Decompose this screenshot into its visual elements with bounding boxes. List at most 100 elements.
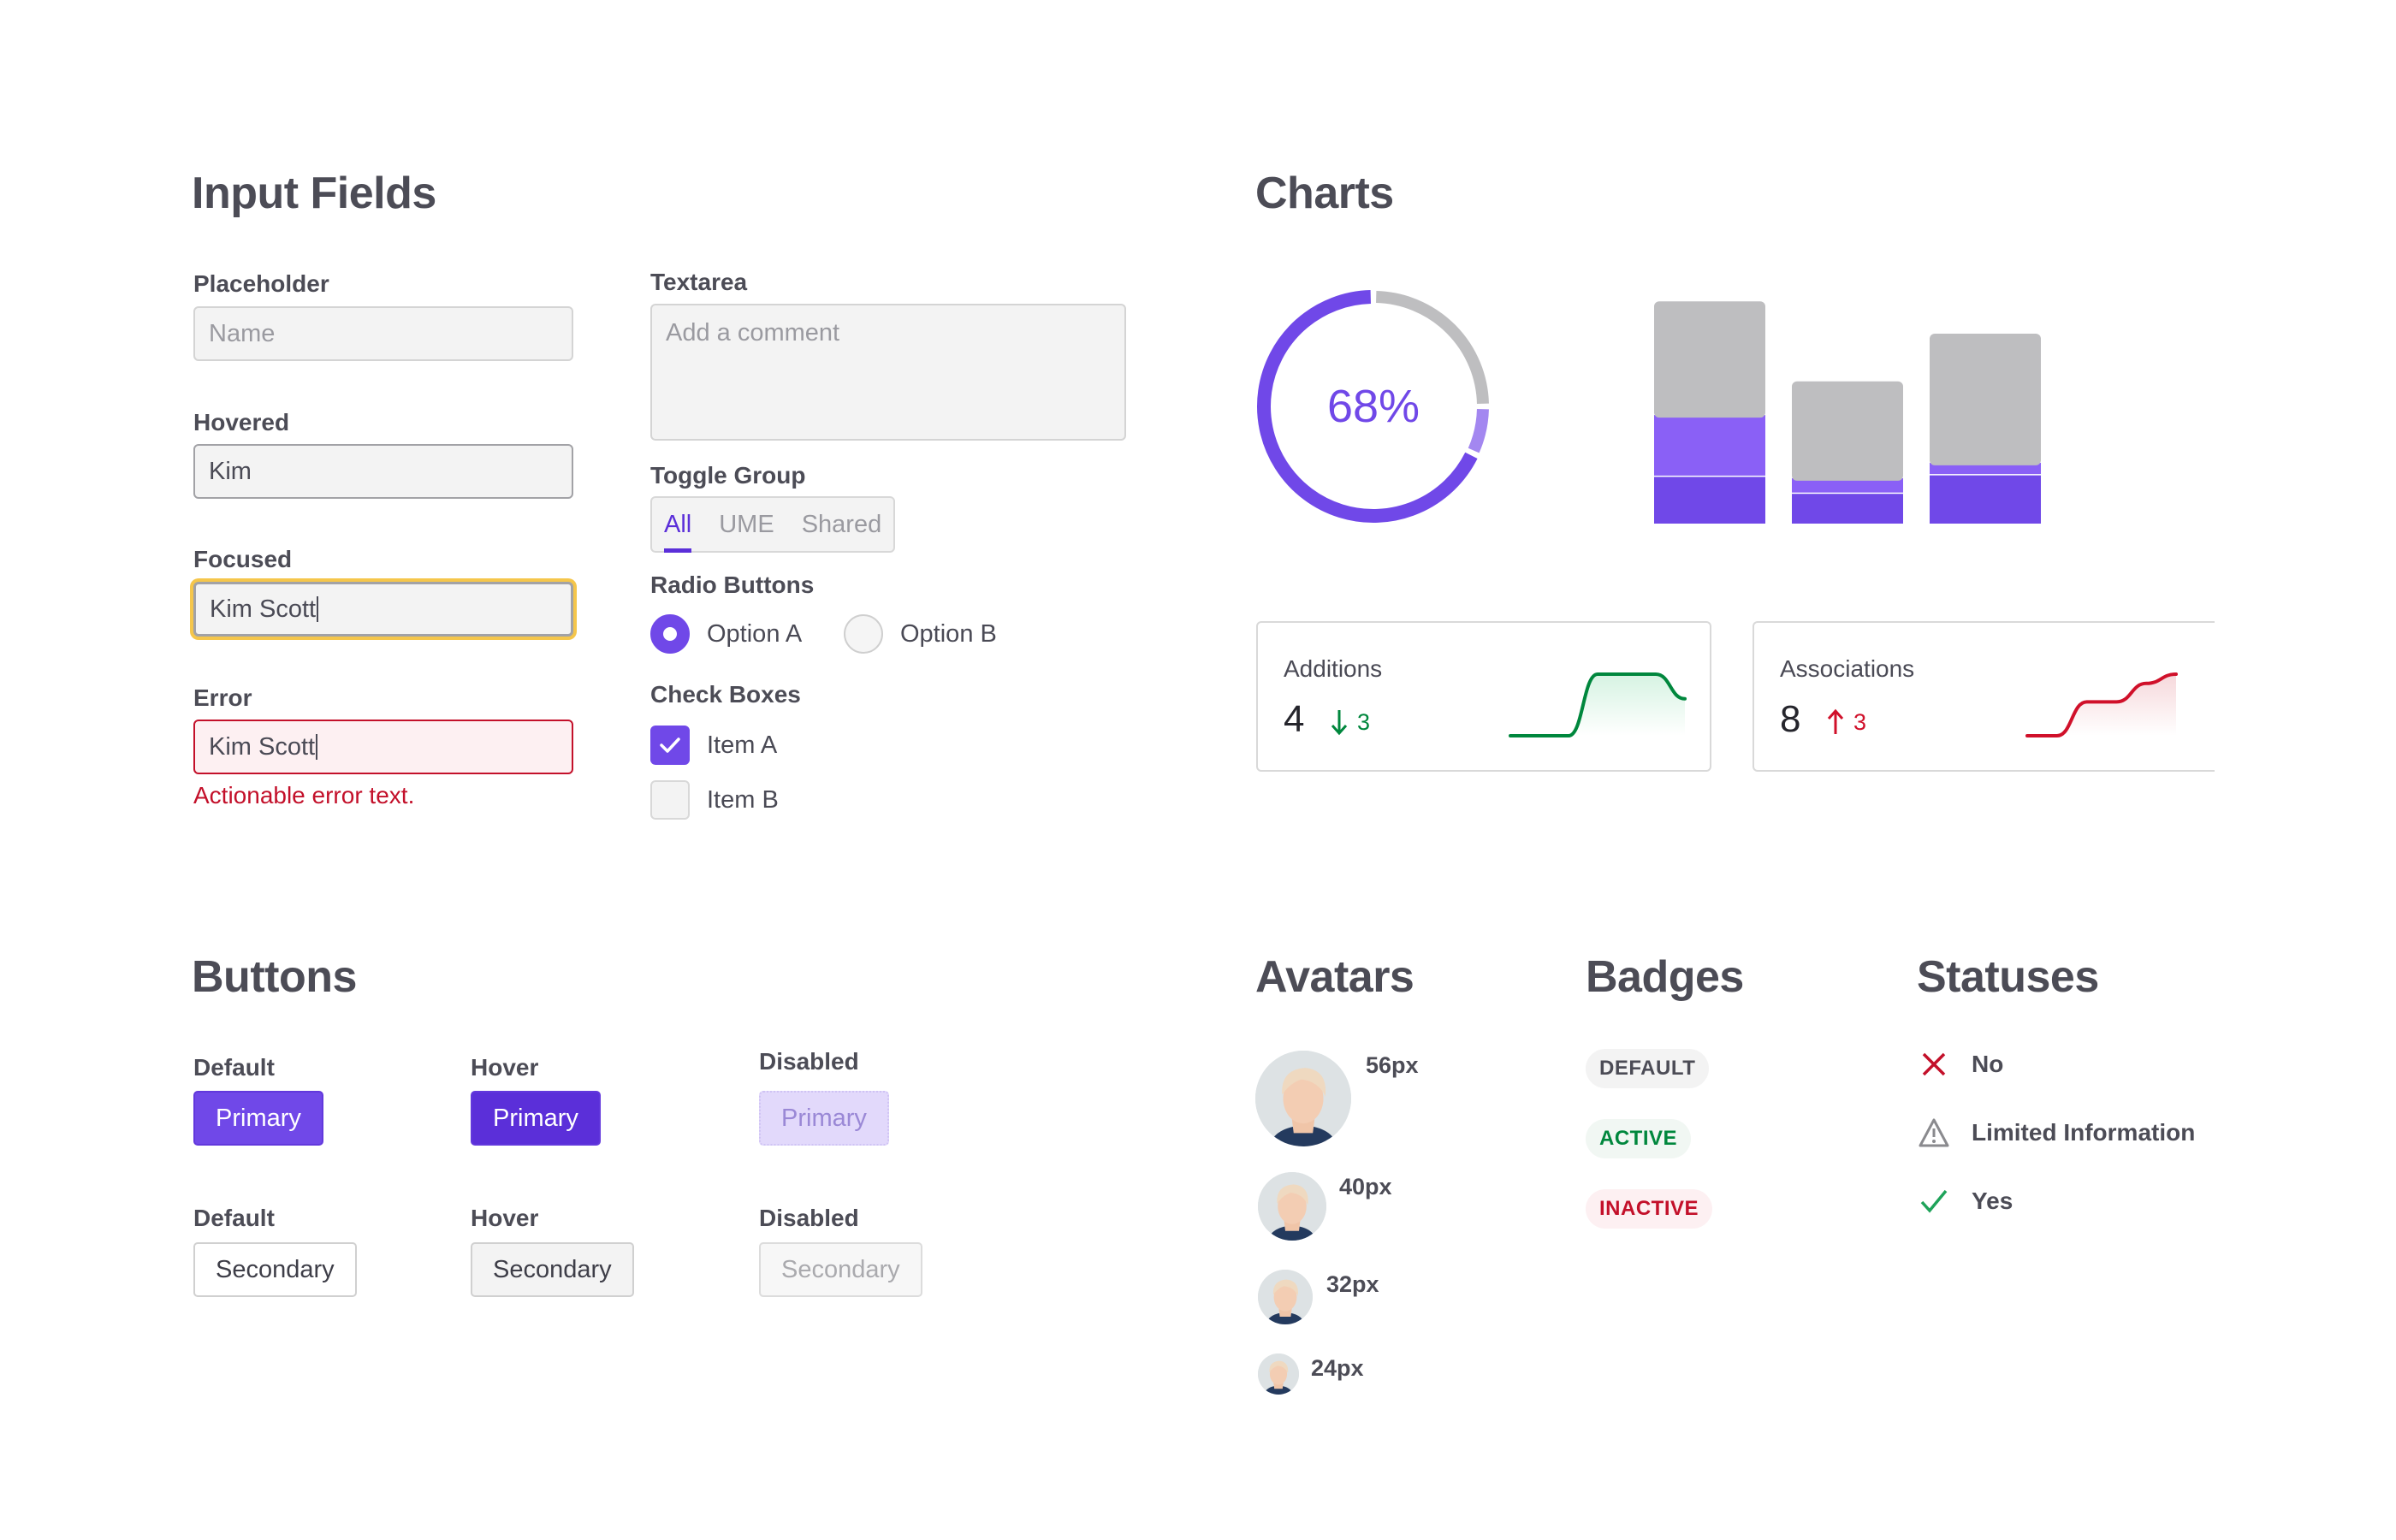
check-icon [1920, 1189, 1948, 1213]
checkbox-checked[interactable] [650, 726, 690, 765]
toggle-option-all[interactable]: All [664, 498, 692, 553]
arrow-down-icon [1331, 710, 1348, 736]
bar-segment-gray [1930, 334, 2041, 465]
radio-buttons-label: Radio Buttons [650, 572, 815, 598]
sparkline-additions [1509, 672, 1687, 737]
hovered-input[interactable]: Kim [193, 444, 573, 499]
bar-segment-gray [1654, 301, 1765, 418]
sparkline-area [1510, 674, 1685, 736]
input-fields-heading: Input Fields [192, 169, 436, 218]
status-no: No [1917, 1051, 2003, 1078]
person-photo-icon [1258, 1270, 1313, 1324]
name-input[interactable]: Name [193, 306, 573, 361]
secondary-button[interactable]: Secondary [193, 1242, 357, 1297]
avatar-56 [1255, 1051, 1351, 1146]
avatar-32-label: 32px [1326, 1271, 1379, 1297]
badge-default: DEFAULT [1586, 1049, 1710, 1088]
avatar-40-label: 40px [1339, 1174, 1392, 1199]
primary-default-label: Default [193, 1054, 275, 1081]
focused-input-value: Kim Scott [210, 595, 317, 623]
badges-heading: Badges [1586, 952, 1744, 1002]
hovered-input-value: Kim [209, 457, 252, 485]
sparkline-associations [2025, 672, 2178, 737]
error-label: Error [193, 684, 252, 711]
secondary-button-hover[interactable]: Secondary [471, 1242, 634, 1297]
bar-segment-gray [1792, 381, 1903, 481]
primary-button-disabled: Primary [759, 1091, 889, 1146]
status-yes-label: Yes [1972, 1188, 2013, 1214]
primary-button-hover[interactable]: Primary [471, 1091, 601, 1146]
avatar-40 [1258, 1172, 1326, 1241]
secondary-button-disabled: Secondary [759, 1242, 922, 1297]
error-input-value: Kim Scott [209, 732, 316, 761]
bar-segment-dark [1654, 477, 1765, 524]
stat-delta-value: 3 [1853, 708, 1867, 735]
bar-segment-light [1654, 415, 1765, 476]
donut-label: 68% [1326, 381, 1420, 432]
stat-card-associations: Associations 8 3 [1753, 621, 2215, 772]
secondary-disabled-label: Disabled [759, 1205, 859, 1231]
stat-card-additions: Additions 4 3 [1256, 621, 1711, 772]
toggle-group: All UME Shared [650, 496, 896, 553]
stat-delta-value: 3 [1357, 708, 1371, 735]
status-limited-label: Limited Information [1972, 1119, 2196, 1146]
stat-delta: 3 [1826, 708, 1866, 736]
focused-label: Focused [193, 546, 293, 572]
bar-segment-dark [1930, 475, 2041, 524]
bar-segment-dark [1792, 494, 1903, 524]
radio-unselected-icon[interactable] [844, 614, 883, 654]
radio-selected-icon[interactable] [650, 614, 690, 654]
stat-value: 4 [1284, 698, 1305, 740]
stat-value: 8 [1780, 698, 1801, 740]
x-icon [1922, 1052, 1946, 1076]
charts-heading: Charts [1255, 169, 1394, 218]
textarea-label: Textarea [650, 269, 748, 295]
primary-hover-label: Hover [471, 1054, 539, 1081]
error-input[interactable]: Kim Scott [193, 720, 573, 774]
text-caret [317, 596, 319, 622]
name-input-placeholder: Name [209, 319, 276, 347]
error-message: Actionable error text. [193, 782, 415, 808]
person-photo-icon [1255, 1051, 1351, 1146]
badge-active: ACTIVE [1586, 1119, 1692, 1158]
focused-input[interactable]: Kim Scott [193, 582, 573, 637]
stat-title: Associations [1780, 655, 1915, 682]
status-yes: Yes [1917, 1188, 2013, 1215]
placeholder-label: Placeholder [193, 270, 329, 297]
comment-textarea[interactable]: Add a comment [650, 304, 1126, 441]
radio-option-a-label: Option A [707, 619, 803, 648]
check-boxes-label: Check Boxes [650, 681, 801, 708]
person-photo-icon [1258, 1172, 1326, 1241]
warning-icon [1919, 1118, 1949, 1147]
arrow-up-icon [1827, 708, 1844, 734]
radio-option-b-label: Option B [900, 619, 997, 648]
avatar-32 [1258, 1270, 1313, 1324]
buttons-heading: Buttons [192, 952, 357, 1002]
avatars-heading: Avatars [1255, 952, 1414, 1002]
checkmark-icon [660, 737, 680, 753]
toggle-option-shared[interactable]: Shared [802, 498, 882, 551]
toggle-option-ume[interactable]: UME [719, 498, 774, 551]
primary-disabled-label: Disabled [759, 1048, 859, 1075]
primary-button[interactable]: Primary [193, 1091, 323, 1146]
checkbox-item-a-label: Item A [707, 731, 778, 759]
person-photo-icon [1258, 1353, 1299, 1395]
toggle-group-label: Toggle Group [650, 462, 806, 489]
badge-inactive: INACTIVE [1586, 1189, 1713, 1229]
radio-option-a[interactable]: Option A [650, 614, 802, 654]
checkbox-item-b[interactable]: Item B [650, 780, 779, 820]
checkbox-item-a[interactable]: Item A [650, 726, 777, 765]
stat-title: Additions [1284, 655, 1383, 682]
stat-delta: 3 [1330, 708, 1370, 736]
stacked-bar-chart [1654, 301, 2041, 524]
avatar-56-label: 56px [1366, 1052, 1419, 1078]
checkbox-unchecked[interactable] [650, 780, 690, 820]
avatar-24 [1258, 1353, 1299, 1395]
status-no-label: No [1972, 1051, 2004, 1077]
checkbox-item-b-label: Item B [707, 785, 779, 814]
status-limited: Limited Information [1917, 1117, 2195, 1148]
radio-option-b[interactable]: Option B [844, 614, 997, 654]
statuses-heading: Statuses [1917, 952, 2099, 1002]
comment-textarea-placeholder: Add a comment [666, 319, 840, 346]
hovered-label: Hovered [193, 409, 290, 435]
